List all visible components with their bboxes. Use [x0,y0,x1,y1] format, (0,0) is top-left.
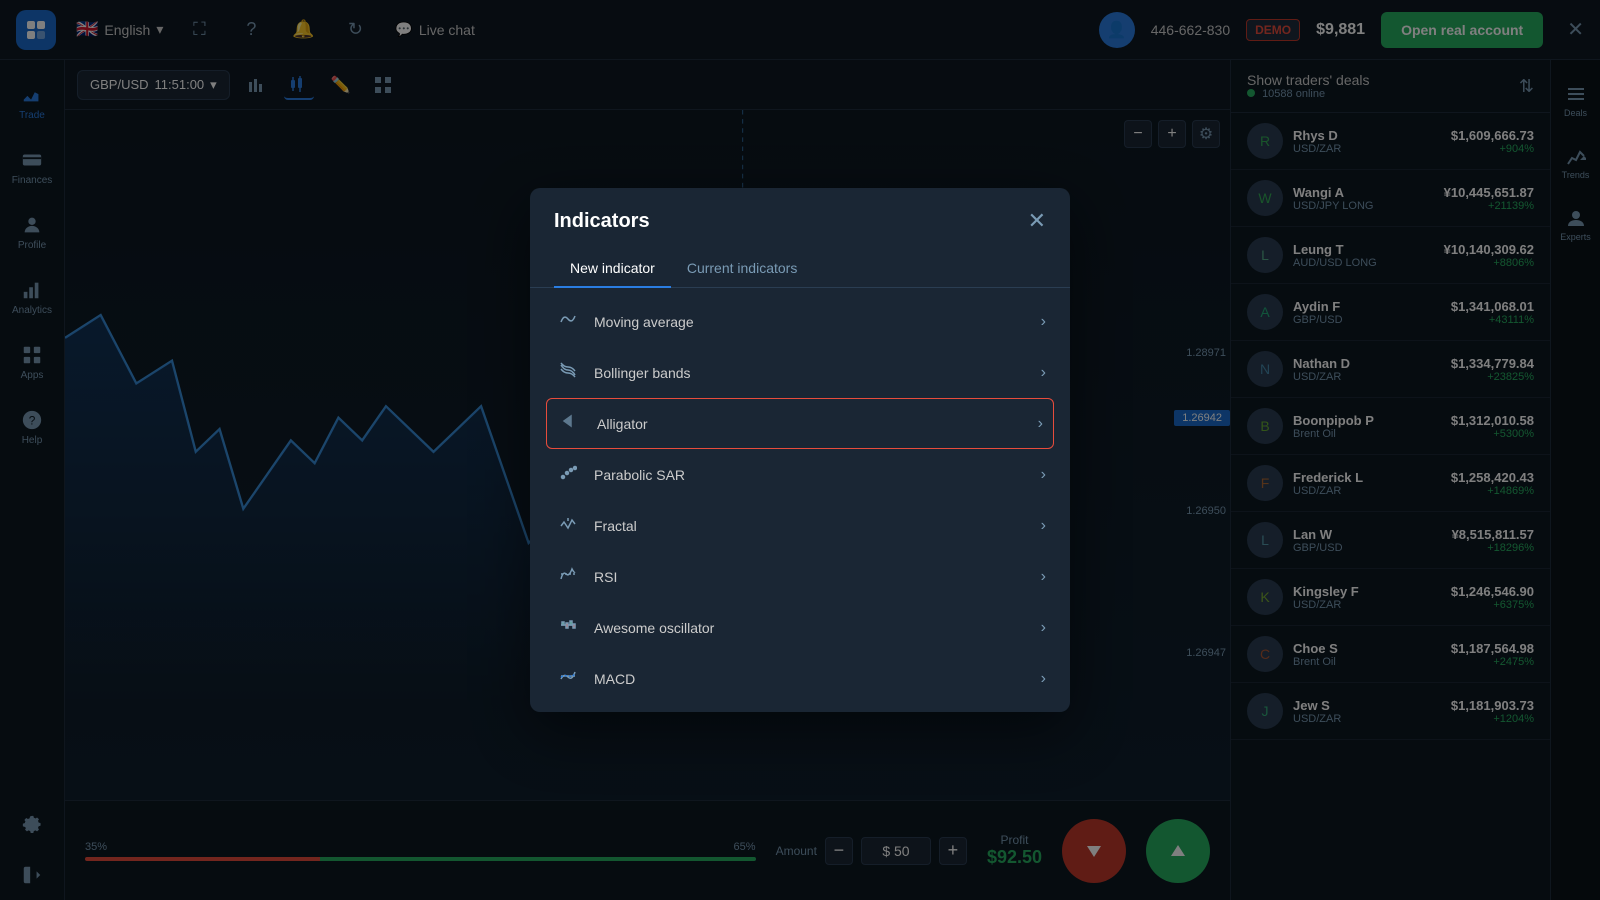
modal-tabs: New indicator Current indicators [530,250,1070,288]
indicator-label: RSI [594,569,1041,585]
indicator-label: Awesome oscillator [594,620,1041,636]
indicator-item-fractal[interactable]: Fractal › [530,500,1070,551]
indicator-label: Moving average [594,314,1041,330]
modal-title: Indicators [554,210,650,233]
indicator-icon [554,463,582,486]
indicator-item-moving-average[interactable]: Moving average › [530,296,1070,347]
indicator-arrow: › [1041,670,1046,688]
indicator-item-rsi[interactable]: RSI › [530,551,1070,602]
tab-new-indicator[interactable]: New indicator [554,250,671,288]
modal-header: Indicators ✕ [530,188,1070,234]
indicator-arrow: › [1041,466,1046,484]
indicator-arrow: › [1041,313,1046,331]
indicator-arrow: › [1041,619,1046,637]
indicator-arrow: › [1041,568,1046,586]
indicator-icon [554,565,582,588]
indicator-icon [554,310,582,333]
indicator-label: Alligator [597,416,1038,432]
indicator-icon [554,514,582,537]
indicator-arrow: › [1041,364,1046,382]
indicator-icon [554,616,582,639]
modal-overlay: Indicators ✕ New indicator Current indic… [0,0,1600,900]
indicator-label: Fractal [594,518,1041,534]
indicator-arrow: › [1041,517,1046,535]
indicator-item-awesome-oscillator[interactable]: Awesome oscillator › [530,602,1070,653]
indicator-label: MACD [594,671,1041,687]
modal-close-button[interactable]: ✕ [1028,208,1046,234]
indicator-icon [557,412,585,435]
indicators-list: Moving average › Bollinger bands › Allig… [530,288,1070,712]
indicators-modal: Indicators ✕ New indicator Current indic… [530,188,1070,712]
indicator-arrow: › [1038,415,1043,433]
indicator-item-macd[interactable]: MACD › [530,653,1070,704]
indicator-label: Parabolic SAR [594,467,1041,483]
indicator-item-parabolic-sar[interactable]: Parabolic SAR › [530,449,1070,500]
indicator-label: Bollinger bands [594,365,1041,381]
indicator-icon [554,667,582,690]
indicator-item-alligator[interactable]: Alligator › [546,398,1054,449]
tab-current-indicators[interactable]: Current indicators [671,250,814,288]
indicator-icon [554,361,582,384]
indicator-item-bollinger-bands[interactable]: Bollinger bands › [530,347,1070,398]
